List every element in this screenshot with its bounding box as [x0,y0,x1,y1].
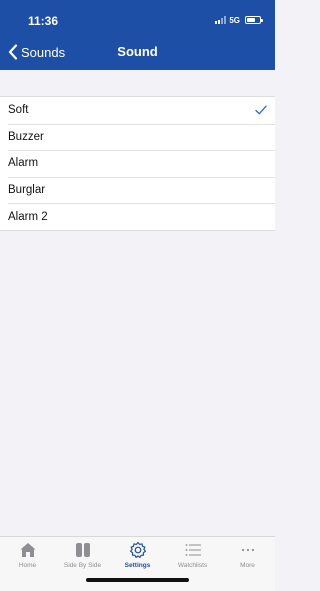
sound-option-label: Burglar [8,184,46,197]
side-by-side-icon [75,543,90,557]
list-icon [185,544,201,556]
sound-option-burglar[interactable]: Burglar [0,176,275,204]
sound-option-label: Alarm 2 [8,210,48,223]
tab-label: More [240,562,255,569]
tab-label: Home [18,562,37,569]
sound-option-soft[interactable]: Soft [0,97,275,124]
tab-label: Settings [124,562,151,569]
tab-label: Watchlists [177,562,208,569]
app-header: 11:36 5G Sounds Sound [0,0,275,70]
home-indicator[interactable] [86,578,189,582]
sound-option-buzzer[interactable]: Buzzer [0,123,275,151]
status-time: 11:36 [28,14,59,28]
signal-icon [215,16,227,24]
sound-option-alarm-2[interactable]: Alarm 2 [0,203,275,230]
tab-label: Side By Side [63,562,102,569]
status-indicators: 5G [215,15,263,25]
navigation-bar: Sounds Sound [0,34,275,70]
page-title: Sound [117,44,158,59]
tab-home[interactable]: Home [0,541,55,577]
more-dots-icon [241,548,254,552]
status-bar: 11:36 5G [0,0,275,34]
tab-bar: Home Side By Side Settings Watchlists Mo… [0,536,275,591]
sound-option-label: Buzzer [8,130,44,143]
tab-watchlists[interactable]: Watchlists [165,541,220,577]
gear-icon [129,541,146,558]
sound-option-label: Alarm [8,157,39,170]
network-type: 5G [229,15,240,25]
checkmark-icon [255,105,267,115]
sound-list: Soft Buzzer Alarm Burglar Alarm 2 [0,96,275,231]
tab-side-by-side[interactable]: Side By Side [55,541,110,577]
sound-option-alarm[interactable]: Alarm [0,150,275,177]
home-icon [20,543,35,557]
tab-settings[interactable]: Settings [110,541,165,577]
tab-more[interactable]: More [220,541,275,577]
sound-option-label: Soft [8,104,29,117]
battery-icon [245,16,263,24]
